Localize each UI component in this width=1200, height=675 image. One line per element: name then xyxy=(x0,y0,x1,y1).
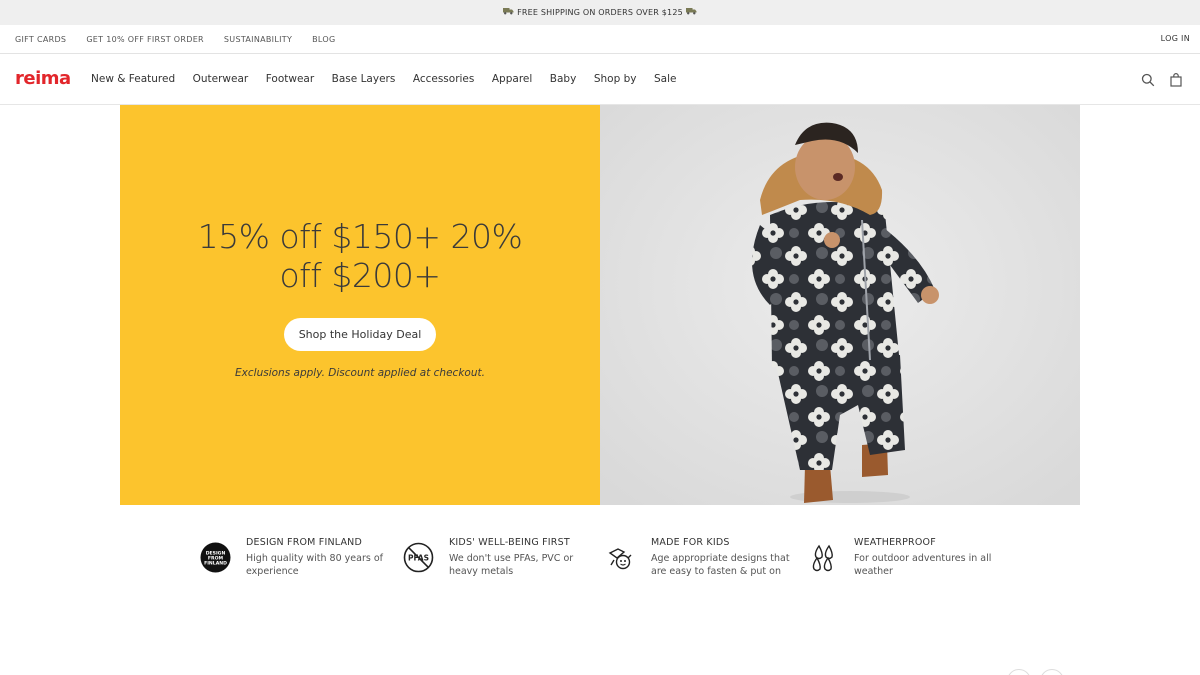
login-link[interactable]: LOG IN xyxy=(1161,34,1190,43)
nav-menu: New & Featured Outerwear Footwear Base L… xyxy=(91,73,694,85)
nav-item-new-featured[interactable]: New & Featured xyxy=(91,73,175,85)
feature-description: High quality with 80 years of experience xyxy=(246,553,383,577)
feature-description: We don't use PFAs, PVC or heavy metals xyxy=(449,553,574,577)
announcement-text: FREE SHIPPING ON ORDERS OVER $125 xyxy=(517,8,683,17)
nav-item-apparel[interactable]: Apparel xyxy=(492,73,532,85)
feature-title: DESIGN FROM FINLAND xyxy=(246,537,363,548)
search-icon[interactable] xyxy=(1141,72,1155,87)
nav-item-base-layers[interactable]: Base Layers xyxy=(332,73,396,85)
shopping-bag-icon[interactable] xyxy=(1169,72,1183,87)
feature-title: KIDS' WELL-BEING FIRST xyxy=(449,537,570,548)
blog-link[interactable]: BLOG xyxy=(312,35,335,44)
svg-text:FINLAND: FINLAND xyxy=(204,561,227,567)
utility-nav: GIFT CARDS GET 10% OFF FIRST ORDER SUSTA… xyxy=(0,25,1200,54)
feature-description: Age appropriate designs that are easy to… xyxy=(651,553,790,577)
hero-exclusions-note: Exclusions apply. Discount applied at ch… xyxy=(235,367,485,379)
hero-title-line-2: off $200+ xyxy=(279,256,441,295)
feature-title: MADE FOR KIDS xyxy=(651,537,730,548)
nav-item-shop-by[interactable]: Shop by xyxy=(594,73,637,85)
no-pfas-icon: PFAS xyxy=(403,542,434,573)
nav-item-footwear[interactable]: Footwear xyxy=(266,73,314,85)
carousel-prev-button[interactable] xyxy=(1007,669,1031,675)
feature-title: WEATHERPROOF xyxy=(854,537,936,548)
shop-holiday-deal-button[interactable]: Shop the Holiday Deal xyxy=(284,318,436,351)
hero-title-line-1: 15% off $150+ 20% xyxy=(197,217,523,256)
carousel-next-button[interactable] xyxy=(1040,669,1064,675)
feature-well-being: PFAS KIDS' WELL-BEING FIRST We don't use… xyxy=(403,536,593,586)
feature-weatherproof: WEATHERPROOF For outdoor adventures in a… xyxy=(808,536,998,586)
main-nav: reima New & Featured Outerwear Footwear … xyxy=(0,54,1200,105)
hero-title: 15% off $150+ 20% off $200+ xyxy=(120,217,600,295)
hero-promo-panel: 15% off $150+ 20% off $200+ Shop the Hol… xyxy=(120,105,600,505)
raindrops-icon xyxy=(808,542,839,573)
design-from-finland-badge-icon: DESIGN FROM FINLAND xyxy=(200,542,231,573)
hero-photo[interactable] xyxy=(600,105,1080,505)
child-in-snowsuit-image xyxy=(600,105,1080,505)
nav-item-baby[interactable]: Baby xyxy=(550,73,577,85)
made-for-kids-icon xyxy=(605,542,636,573)
feature-description: For outdoor adventures in all weather xyxy=(854,553,992,577)
brand-logo[interactable]: reima xyxy=(15,68,71,89)
feature-strip: DESIGN FROM FINLAND DESIGN FROM FINLAND … xyxy=(200,536,1000,586)
truck-icon xyxy=(685,7,697,18)
first-order-discount-link[interactable]: GET 10% OFF FIRST ORDER xyxy=(86,35,204,44)
announcement-bar: FREE SHIPPING ON ORDERS OVER $125 xyxy=(0,0,1200,25)
feature-made-for-kids: MADE FOR KIDS Age appropriate designs th… xyxy=(605,536,795,586)
gift-cards-link[interactable]: GIFT CARDS xyxy=(15,35,66,44)
nav-item-accessories[interactable]: Accessories xyxy=(413,73,475,85)
nav-item-sale[interactable]: Sale xyxy=(654,73,676,85)
feature-design-finland: DESIGN FROM FINLAND DESIGN FROM FINLAND … xyxy=(200,536,390,586)
sustainability-link[interactable]: SUSTAINABILITY xyxy=(224,35,292,44)
truck-icon xyxy=(503,7,514,18)
nav-item-outerwear[interactable]: Outerwear xyxy=(193,73,249,85)
